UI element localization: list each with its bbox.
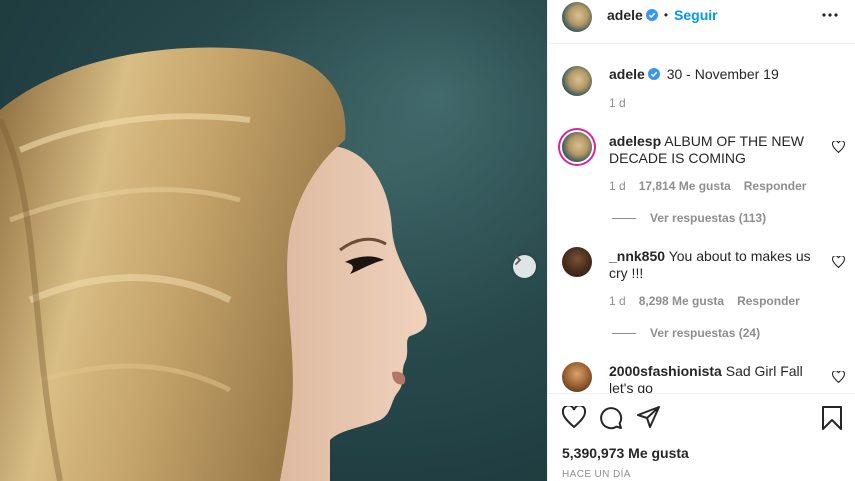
caption-username[interactable]: adele [609,66,645,82]
comment-username[interactable]: 2000sfashionista [609,363,722,379]
post-header: adele • Seguir [548,0,855,44]
header-user-row: adele • Seguir [607,7,718,23]
post-photo[interactable] [0,0,547,481]
comment: 2000sfashionista Sad Girl Fall let's go [609,363,824,393]
comments-list[interactable]: adele 30 - November 19 1 d adelesp ALBUM… [548,45,855,393]
caption: adele 30 - November 19 [609,66,824,83]
divider [612,217,636,219]
heart-icon[interactable] [832,141,845,153]
avatar[interactable] [562,247,592,277]
heart-icon[interactable] [562,406,586,428]
paper-plane-icon[interactable] [637,406,661,429]
view-replies-label: Ver respuestas (24) [650,326,761,340]
like-count[interactable]: 5,390,973 Me gusta [562,445,689,461]
caption-meta: 1 d [609,96,626,110]
verified-badge-icon [647,68,660,80]
reply-button[interactable]: Responder [744,179,807,193]
avatar[interactable] [562,362,592,392]
author-username[interactable]: adele [607,7,643,23]
post-side-panel: adele • Seguir adele 30 - November 19 1 … [547,0,855,481]
comment-username[interactable]: _nnk850 [609,248,665,264]
more-options-icon[interactable] [822,13,838,17]
post-actions: 5,390,973 Me gusta HACE UN DÍA [548,393,855,481]
comment: _nnk850 You about to makes us cry !!! [609,248,824,282]
post-timestamp: HACE UN DÍA [562,469,631,480]
verified-badge-icon [645,9,658,21]
comment: adelesp ALBUM OF THE NEW DECADE IS COMIN… [609,133,824,167]
comment-meta: 1 d 8,298 Me gusta Responder [609,294,800,308]
profile-portrait-image [0,0,547,481]
caption-text: 30 - November 19 [666,66,779,82]
avatar[interactable] [562,66,592,96]
view-replies-button[interactable]: Ver respuestas (113) [612,211,766,225]
avatar[interactable] [562,132,592,162]
comment-time: 1 d [609,179,626,193]
comment-bubble-icon[interactable] [599,406,623,430]
follow-button[interactable]: Seguir [674,7,718,23]
heart-icon[interactable] [832,371,845,383]
next-photo-button[interactable] [513,255,536,278]
heart-icon[interactable] [832,256,845,268]
separator-dot: • [663,8,669,22]
comment-likes[interactable]: 17,814 Me gusta [639,179,731,193]
comment-meta: 1 d 17,814 Me gusta Responder [609,179,806,193]
chevron-right-icon [515,255,522,265]
view-replies-label: Ver respuestas (113) [650,211,767,225]
view-replies-button[interactable]: Ver respuestas (24) [612,326,760,340]
avatar[interactable] [562,2,592,32]
comment-likes[interactable]: 8,298 Me gusta [639,294,724,308]
comment-username[interactable]: adelesp [609,133,661,149]
divider [612,332,636,334]
bookmark-icon[interactable] [822,406,842,430]
reply-button[interactable]: Responder [737,294,800,308]
caption-time: 1 d [609,96,626,110]
comment-time: 1 d [609,294,626,308]
